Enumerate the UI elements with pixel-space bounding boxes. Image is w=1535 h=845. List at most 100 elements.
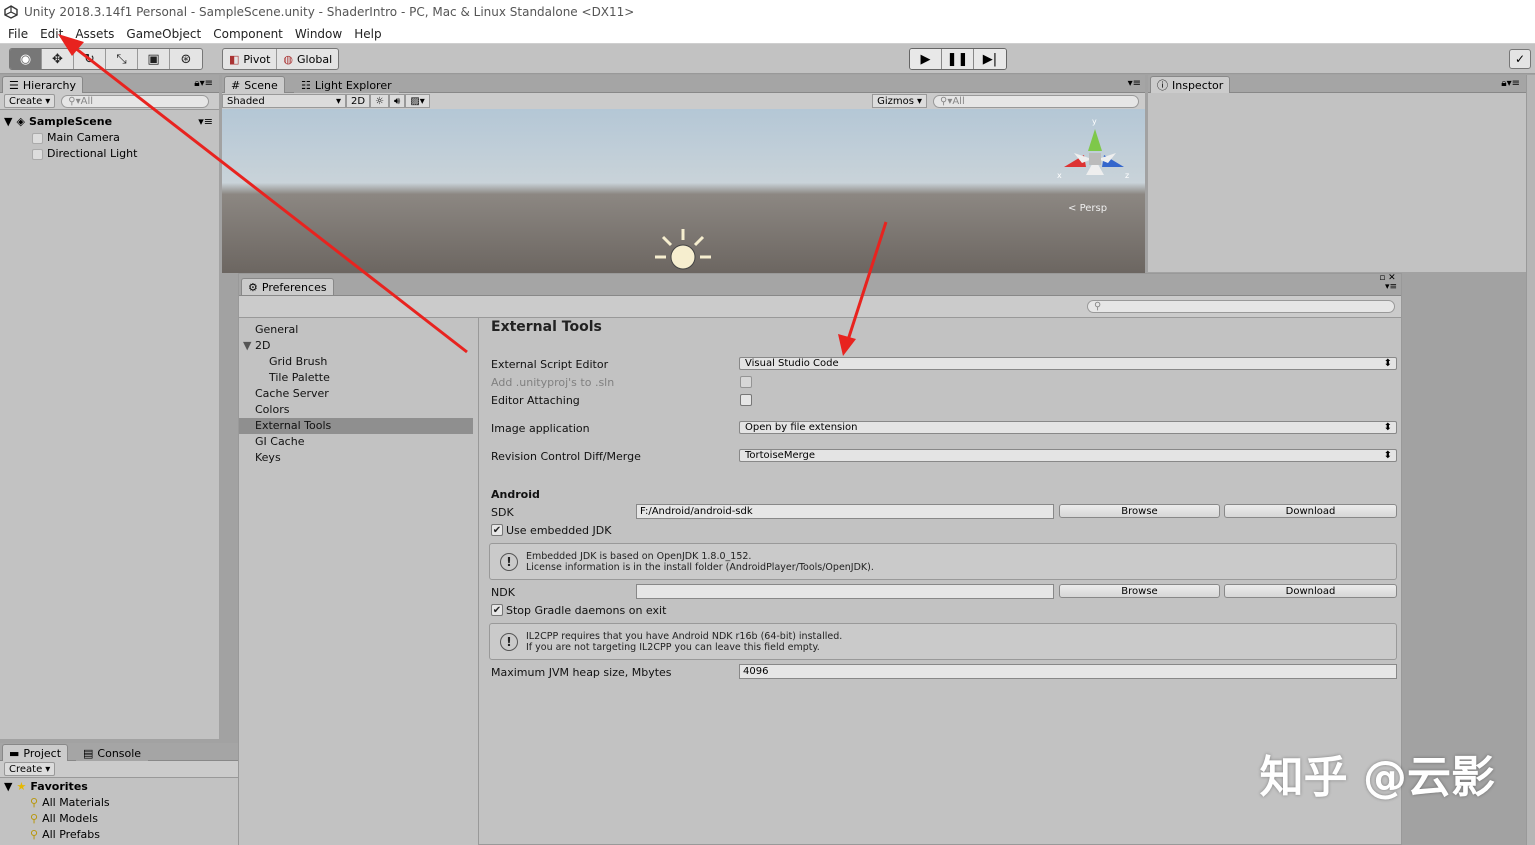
global-label: Global — [297, 52, 333, 66]
sdk-browse-button[interactable]: Browse — [1059, 504, 1220, 518]
favorites-row[interactable]: ▼ ★ Favorites — [4, 779, 238, 795]
global-button[interactable]: ◍ Global — [277, 49, 338, 69]
menu-edit[interactable]: Edit — [34, 27, 69, 41]
dropdown-updown-icon: ⬍ — [1383, 358, 1392, 369]
gizmos-dropdown[interactable]: Gizmos ▾ — [872, 94, 927, 108]
panel-menu-icon[interactable]: ▾≡ — [1128, 78, 1141, 89]
pivot-button[interactable]: ◧ Pivot — [223, 49, 278, 69]
gear-icon: ⚙ — [248, 280, 258, 294]
revision-dropdown[interactable]: TortoiseMerge ⬍ — [739, 449, 1397, 462]
hierarchy-create-button[interactable]: Create ▾ — [4, 94, 56, 108]
il2cpp-info-line2: If you are not targeting IL2CPP you can … — [526, 641, 820, 653]
use-jdk-checkbox[interactable] — [491, 524, 503, 536]
preferences-search-input[interactable]: ⚲ — [1087, 300, 1395, 313]
nav-colors[interactable]: Colors — [239, 402, 478, 418]
tab-hierarchy[interactable]: ☰ Hierarchy — [2, 76, 84, 93]
add-unityproj-checkbox[interactable] — [740, 376, 752, 388]
script-editor-dropdown[interactable]: Visual Studio Code ⬍ — [739, 357, 1397, 370]
jvm-heap-input[interactable]: 4096 — [739, 664, 1397, 679]
directional-light-sun-icon[interactable] — [652, 227, 714, 273]
window-close-icon[interactable]: ▫ ✕ ▾≡ — [1379, 274, 1397, 292]
step-button-icon[interactable]: ▶| — [974, 49, 1006, 69]
persp-label[interactable]: < Persp — [1068, 203, 1107, 214]
tab-console[interactable]: ▤ Console — [76, 744, 149, 761]
scale-tool-icon[interactable]: ⤡ — [106, 49, 138, 69]
scene-name: SampleScene — [28, 115, 113, 128]
nav-gi-cache[interactable]: GI Cache — [239, 434, 478, 450]
scene-search-placeholder: All — [952, 95, 965, 107]
rect-tool-icon[interactable]: ▣ — [138, 49, 170, 69]
effects-dropdown-icon[interactable]: ▨▾ — [405, 94, 430, 108]
jdk-info-line2: License information is in the install fo… — [526, 561, 874, 573]
right-edge-scrollbar[interactable] — [1526, 75, 1535, 845]
rotate-tool-icon[interactable]: ↻ — [74, 49, 106, 69]
sdk-download-button[interactable]: Download — [1224, 504, 1397, 518]
lock-menu-icon[interactable]: 🔒︎▾≡ — [194, 78, 213, 89]
menu-window[interactable]: Window — [289, 27, 348, 41]
grid-icon: # — [231, 78, 241, 92]
lock-menu-icon[interactable]: 🔒︎▾≡ — [1501, 78, 1520, 89]
nav-general[interactable]: General — [239, 322, 478, 338]
lighting-toggle-icon[interactable]: ☼ — [370, 94, 390, 108]
nav-label: Cache Server — [255, 387, 329, 400]
list-item[interactable]: Main Camera — [4, 130, 219, 146]
project-create-button[interactable]: Create ▾ — [4, 762, 56, 776]
shading-dropdown[interactable]: Shaded ▾ — [222, 94, 346, 108]
list-item[interactable]: Directional Light — [4, 146, 219, 162]
mode-2d-label: 2D — [351, 95, 366, 107]
editor-attaching-checkbox[interactable] — [740, 394, 752, 406]
sdk-path-input[interactable]: F:/Android/android-sdk — [636, 504, 1054, 519]
image-app-dropdown[interactable]: Open by file extension ⬍ — [739, 421, 1397, 434]
search-icon: ⚲ — [1094, 301, 1102, 312]
menu-help[interactable]: Help — [348, 27, 387, 41]
stop-gradle-label: Stop Gradle daemons on exit — [506, 604, 667, 617]
folder-icon: ▬ — [9, 746, 20, 760]
list-item[interactable]: ⚲ All Materials — [4, 795, 238, 811]
expand-arrow-icon[interactable]: ▼ — [243, 339, 251, 352]
project-controls: Create ▾ — [0, 761, 238, 778]
scene-viewport[interactable]: y x z < Persp — [222, 109, 1145, 273]
tab-scene[interactable]: # Scene — [224, 76, 285, 93]
stop-gradle-checkbox[interactable] — [491, 604, 503, 616]
menu-file[interactable]: File — [2, 27, 34, 41]
expand-arrow-icon: ▼ — [4, 115, 13, 128]
list-item[interactable]: ⚲ All Prefabs — [4, 827, 238, 843]
menu-component[interactable]: Component — [207, 27, 289, 41]
tab-preferences[interactable]: ⚙ Preferences — [241, 278, 334, 295]
mode-2d-button[interactable]: 2D — [346, 94, 371, 108]
scene-search-input[interactable]: ⚲▾ All — [933, 94, 1139, 108]
scene-controls: Shaded ▾ 2D ☼ 🔊︎ ▨▾ Gizmos ▾ ⚲▾ All — [222, 93, 1145, 110]
play-button-icon[interactable]: ▶ — [910, 49, 942, 69]
nav-2d[interactable]: ▼ 2D — [239, 338, 478, 354]
list-item[interactable]: ⚲ All Models — [4, 811, 238, 827]
menu-assets[interactable]: Assets — [69, 27, 120, 41]
nav-external-tools[interactable]: External Tools — [239, 418, 473, 434]
scene-row[interactable]: ▼ ◈ SampleScene ▾≡ — [4, 114, 219, 130]
pause-button-icon[interactable]: ❚❚ — [942, 49, 974, 69]
ndk-path-input[interactable] — [636, 584, 1054, 599]
ndk-browse-button[interactable]: Browse — [1059, 584, 1220, 598]
nav-grid-brush[interactable]: Grid Brush — [239, 354, 478, 370]
transform-tool-icon[interactable]: ⊛ — [170, 49, 202, 69]
nav-cache-server[interactable]: Cache Server — [239, 386, 478, 402]
favorites-label: Favorites — [30, 780, 88, 793]
cloud-check-icon[interactable]: ✓ — [1509, 49, 1531, 69]
tab-project[interactable]: ▬ Project — [2, 744, 69, 761]
menu-gameobject[interactable]: GameObject — [120, 27, 207, 41]
hierarchy-search-input[interactable]: ⚲▾ All — [61, 94, 210, 108]
move-tool-icon[interactable]: ✥ — [42, 49, 74, 69]
ndk-download-button[interactable]: Download — [1224, 584, 1397, 598]
tab-inspector[interactable]: ⓘ Inspector — [1150, 76, 1231, 93]
search-icon: ⚲ — [30, 828, 39, 841]
search-icon: ⚲▾ — [940, 95, 953, 107]
sdk-label: SDK — [491, 506, 514, 519]
audio-toggle-icon[interactable]: 🔊︎ — [389, 94, 406, 108]
scene-gizmo-icon[interactable]: y x z — [1052, 115, 1132, 195]
nav-tile-palette[interactable]: Tile Palette — [239, 370, 478, 386]
star-icon: ★ — [16, 780, 27, 793]
preferences-tab-label: Preferences — [261, 280, 327, 294]
nav-keys[interactable]: Keys — [239, 450, 478, 466]
view-tool-eye-icon[interactable]: ◉ — [10, 49, 42, 69]
tab-light-explorer[interactable]: ☷ Light Explorer — [294, 76, 399, 93]
scene-menu-icon[interactable]: ▾≡ — [198, 114, 213, 130]
